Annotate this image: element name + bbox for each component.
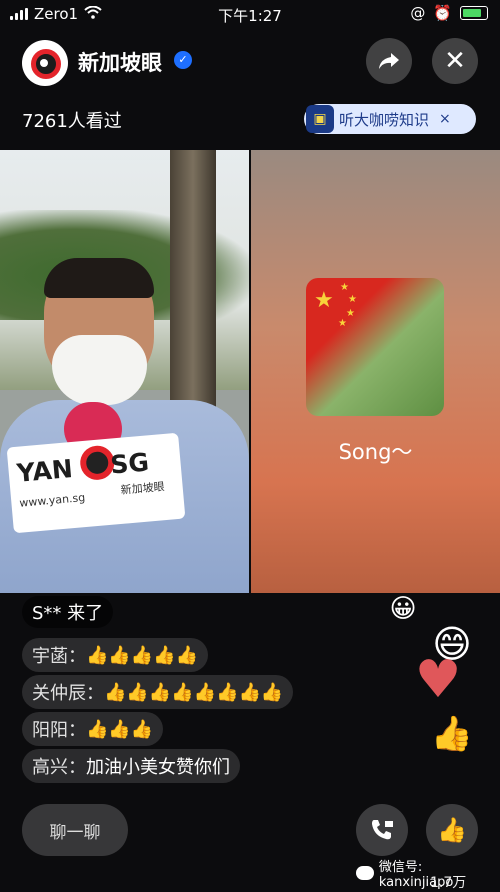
promo-close-button[interactable]: × [439, 111, 451, 127]
like-count: 1.7万 [430, 875, 467, 891]
channel-avatar[interactable] [22, 40, 68, 86]
mic-brand: YAN [15, 454, 74, 488]
status-right: @ ⏰ [410, 4, 488, 22]
comment-text: 👍👍👍 [86, 718, 154, 740]
share-icon [379, 53, 399, 69]
alarm-icon: ⏰ [433, 4, 452, 22]
chat-input-button[interactable]: 聊一聊 [22, 804, 128, 856]
comment-item: 阳阳： 👍👍👍 [22, 712, 164, 746]
location-icon: @ [410, 4, 426, 22]
thumbs-up-icon: 👍 [437, 816, 467, 844]
channel-name[interactable]: 新加坡眼 [78, 47, 162, 77]
status-bar: Zero1 下午1:27 @ ⏰ [0, 0, 500, 28]
join-notice: S** 来了 [22, 596, 114, 628]
comment-author: 关仲辰： [32, 683, 104, 704]
call-icon [372, 820, 393, 840]
flag-star-icon: ★ [314, 288, 334, 313]
wechat-icon [356, 866, 374, 880]
close-button[interactable]: ✕ [432, 38, 478, 84]
share-button[interactable] [366, 38, 412, 84]
interviewer-feed: YAN SG www.yan.sg 新加坡眼 [0, 150, 249, 593]
watermark: 微信号: kanxinjiapo [356, 856, 500, 890]
flag-star-icon: ★ [348, 294, 357, 305]
heart-icon: ♥ [414, 650, 462, 710]
comment-author: 宇菡： [32, 646, 86, 667]
comment-text: 👍👍👍👍👍 [86, 644, 199, 666]
call-button[interactable] [356, 804, 408, 856]
flag-star-icon: ★ [346, 308, 355, 319]
comment-item: 高兴： 加油小美女赞你们 [22, 749, 240, 783]
flag-star-icon: ★ [340, 282, 349, 293]
logo-pupil [40, 59, 48, 67]
person-hair [44, 258, 154, 298]
mic-url: www.yan.sg [18, 491, 86, 510]
comment-item: 关仲辰： 👍👍👍👍👍👍👍👍 [22, 675, 294, 709]
live-video[interactable]: YAN SG www.yan.sg 新加坡眼 ★ ★ ★ ★ ★ Song～ [0, 150, 500, 593]
battery-icon [460, 6, 488, 20]
comment-text: 👍👍👍👍👍👍👍👍 [104, 681, 284, 703]
verified-badge-icon: ✓ [174, 51, 192, 69]
mic-brand-2: SG [109, 447, 151, 480]
flag-star-icon: ★ [338, 318, 347, 329]
song-title: Song～ [338, 440, 413, 464]
comment-item: 宇菡： 👍👍👍👍👍 [22, 638, 209, 672]
comment-text: 加油小美女赞你们 [86, 757, 230, 778]
mic-cn-label: 新加坡眼 [120, 480, 166, 497]
thumbs-emoji-icon: 👍 [430, 714, 474, 754]
floating-emoji-icon: 😀 [389, 594, 417, 624]
like-button[interactable]: 👍 [426, 804, 478, 856]
promo-label: 听大咖唠知识 [339, 110, 430, 129]
album-cover: ★ ★ ★ ★ ★ [306, 278, 444, 416]
viewer-count: 7261人看过 [22, 111, 122, 132]
face-mask [52, 335, 147, 405]
promo-banner[interactable]: ▣ 听大咖唠知识 × [304, 104, 476, 134]
comment-author: 高兴： [32, 757, 86, 778]
mic-flag: YAN SG www.yan.sg 新加坡眼 [6, 432, 186, 534]
close-icon: ✕ [444, 46, 466, 76]
comment-author: 阳阳： [32, 720, 86, 741]
promo-logo-icon: ▣ [306, 105, 334, 133]
